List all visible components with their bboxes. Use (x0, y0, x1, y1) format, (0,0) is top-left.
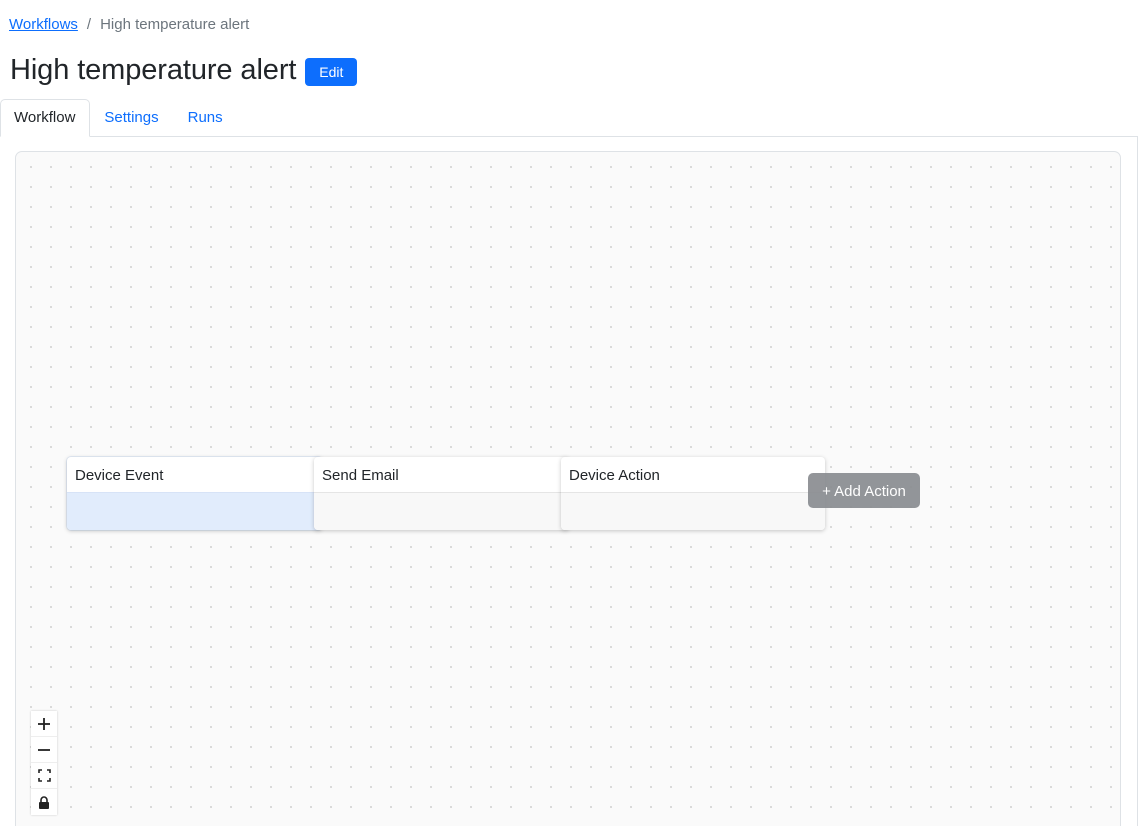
tab-workflow[interactable]: Workflow (0, 99, 91, 137)
node-title: Device Action (561, 457, 825, 493)
add-action-button[interactable]: + Add Action (808, 473, 920, 508)
title-row: High temperature alert Edit (10, 50, 358, 90)
canvas-controls (31, 711, 57, 815)
workflow-node-send-email[interactable]: Send Email (314, 457, 569, 530)
lock-button[interactable] (31, 789, 57, 815)
tab-settings[interactable]: Settings (90, 99, 173, 136)
workflow-node-device-action[interactable]: Device Action (561, 457, 825, 530)
tab-content-border (1137, 136, 1138, 826)
breadcrumb-current: High temperature alert (100, 16, 250, 33)
breadcrumb: Workflows / High temperature alert (9, 16, 249, 34)
workflow-node-device-event[interactable]: Device Event (67, 457, 322, 530)
node-body (314, 493, 569, 530)
fit-view-icon (37, 769, 51, 782)
tab-runs[interactable]: Runs (174, 99, 238, 136)
workflow-page: Workflows / High temperature alert High … (0, 0, 1148, 826)
minus-icon (38, 748, 50, 751)
zoom-in-button[interactable] (31, 711, 57, 737)
fit-view-button[interactable] (31, 763, 57, 789)
edit-button[interactable]: Edit (305, 58, 358, 86)
tab-bar: Workflow Settings Runs (0, 99, 1138, 137)
node-body (561, 493, 825, 530)
lock-icon (39, 795, 49, 809)
workflow-canvas[interactable]: Device Event Send Email Device Action + … (15, 151, 1121, 826)
breadcrumb-link-workflows[interactable]: Workflows (9, 16, 78, 34)
node-title: Send Email (314, 457, 569, 493)
plus-icon (38, 717, 50, 730)
node-title: Device Event (67, 457, 322, 493)
node-body (67, 493, 322, 530)
breadcrumb-separator: / (86, 16, 92, 33)
page-title: High temperature alert (10, 54, 297, 86)
zoom-out-button[interactable] (31, 737, 57, 763)
